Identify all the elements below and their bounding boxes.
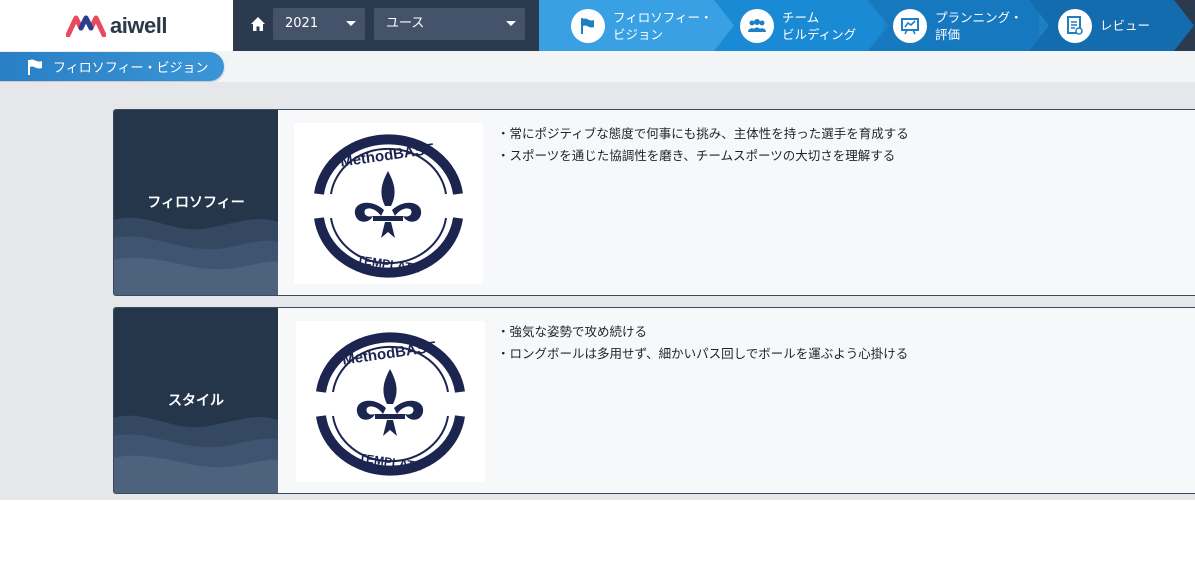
team-icon [740, 8, 774, 43]
fleur-de-lis-emblem-icon: MethodBASE TEMPLATE [316, 332, 465, 476]
step-navigation: フィロソフィー・ ビジョン チーム ビルディング プランニング・ 評価 レビュー [539, 0, 1195, 51]
review-icon [1058, 8, 1092, 43]
section-header: フィロソフィー [114, 110, 278, 295]
section-bullet-list: ・強気な姿勢で攻め続ける ・ロングボールは多用せず、細かいパス回しでボールを運ぶ… [497, 321, 908, 365]
step-team-building[interactable]: チーム ビルディング [740, 0, 856, 51]
section-title: フィロソフィー [147, 195, 245, 211]
step-label: フィロソフィー・ ビジョン [613, 9, 713, 42]
main-content: フィロソフィー MethodBASE TEMPLATE ・常にポジティブな態度で… [0, 82, 1195, 500]
step-label: プランニング・ 評価 [935, 9, 1023, 42]
year-select-value: 2021 [285, 16, 319, 31]
step-planning-evaluation[interactable]: プランニング・ 評価 [893, 0, 1023, 51]
team-select-value: ユース [386, 16, 425, 31]
flag-icon [28, 59, 42, 75]
app-logo[interactable]: aiwell [0, 0, 233, 51]
team-select[interactable]: ユース [374, 8, 525, 40]
fleur-de-lis-emblem-icon: MethodBASE TEMPLATE [314, 134, 463, 278]
section-bullet-list: ・常にポジティブな態度で何事にも挑み、主体性を持った選手を育成する ・スポーツを… [497, 123, 909, 167]
app-logo-text: aiwell [110, 12, 167, 38]
step-label: レビュー [1100, 18, 1151, 33]
step-review[interactable]: レビュー [1058, 0, 1150, 51]
list-item: ・常にポジティブな態度で何事にも挑み、主体性を持った選手を育成する [497, 126, 909, 141]
step-philosophy-vision[interactable]: フィロソフィー・ ビジョン [571, 0, 713, 51]
top-bar: aiwell 2021 ユース フィロソフィー・ ビジョン チーム ビルディング… [0, 0, 1195, 51]
step-label: チーム ビルディング [782, 9, 857, 42]
breadcrumb-label: フィロソフィー・ビジョン [53, 61, 209, 76]
team-emblem-image: MethodBASE TEMPLATE [296, 321, 485, 482]
breadcrumb: フィロソフィー・ビジョン [0, 52, 224, 81]
flag-icon [571, 8, 605, 43]
aiwell-logo-icon [66, 15, 107, 37]
section-title: スタイル [168, 393, 224, 409]
year-select[interactable]: 2021 [273, 8, 365, 40]
section-header: スタイル [114, 308, 278, 493]
list-item: ・スポーツを通じた協調性を磨き、チームスポーツの大切さを理解する [497, 148, 896, 163]
section-card-philosophy: フィロソフィー MethodBASE TEMPLATE ・常にポジティブな態度で… [113, 109, 1195, 296]
team-emblem-image: MethodBASE TEMPLATE [294, 123, 483, 284]
planning-icon [893, 8, 927, 43]
list-item: ・ロングボールは多用せず、細かいパス回しでボールを運ぶよう心掛ける [497, 346, 909, 361]
section-card-style: スタイル MethodBASE TEMPLATE ・強気な姿勢で攻め続ける ・ロ… [113, 307, 1195, 494]
chevron-down-icon [506, 21, 516, 26]
chevron-down-icon [346, 21, 356, 26]
list-item: ・強気な姿勢で攻め続ける [497, 324, 648, 339]
home-icon[interactable] [250, 16, 266, 32]
